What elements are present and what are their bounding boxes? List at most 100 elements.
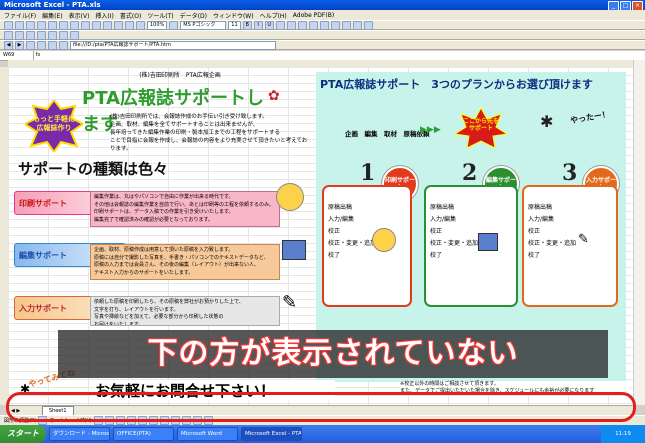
flower-icon: ✿ <box>268 88 280 104</box>
save-icon[interactable] <box>26 20 35 30</box>
menu-data[interactable]: データ(D) <box>180 11 207 20</box>
print-icon[interactable] <box>37 20 46 30</box>
italic-icon[interactable]: I <box>253 20 263 30</box>
url-field[interactable]: file:///D:/pta/PTA広報誌サポート/PTA.htm <box>70 40 276 50</box>
task-excel[interactable]: Microsoft Excel - PTA... <box>241 427 302 441</box>
vertical-scrollbar[interactable] <box>633 60 645 405</box>
plan-3-pen-icon: ✎ <box>578 232 589 247</box>
menu-help[interactable]: ヘルプ(H) <box>260 11 287 20</box>
plan-3-item: 校正・変更・追加 <box>528 240 577 247</box>
plan-1-person-icon <box>372 228 396 252</box>
back-icon[interactable]: ◀ <box>4 40 13 50</box>
align-left-icon[interactable] <box>275 20 285 30</box>
system-tray-clock: 11:19 <box>601 425 645 443</box>
plan-3-number: 3 <box>562 160 578 186</box>
bold-icon[interactable]: B <box>242 20 252 30</box>
menu-insert[interactable]: 挿入(I) <box>95 11 113 20</box>
service-edit-text: 企画、取材、原稿作成は用意して頂いた原稿を入力致します。 原稿には自分で撮影した… <box>90 244 280 280</box>
pen-paper-icon: ✎ <box>282 292 298 313</box>
plan-2-item: 校了 <box>430 252 443 259</box>
plan-2-number: 2 <box>462 160 478 186</box>
service-input-text: 依頼した原稿を印刷したら、その原稿を弊社がお預かりした上で、 文字を打ち、レイア… <box>90 296 280 326</box>
draw-icon[interactable] <box>4 30 13 40</box>
intro-text: (株)吉田印刷所では、会報誌作成のお手伝い引き受け致します。 企画、取材、編集を… <box>110 114 308 152</box>
plan-3-item: 原稿出稿 <box>528 204 553 211</box>
home-icon[interactable] <box>48 40 57 50</box>
plan-1-item: 校正 <box>328 228 341 235</box>
preview-icon[interactable] <box>48 20 57 30</box>
plan-3-item: 入力/編集 <box>528 216 555 223</box>
task-word[interactable]: Microsoft Word <box>177 427 238 441</box>
percent-icon[interactable] <box>330 20 340 30</box>
plan-3-item: 校正 <box>528 228 541 235</box>
align-right-icon[interactable] <box>297 20 307 30</box>
plan-2-item: 入力/編集 <box>430 216 457 223</box>
font-size-select[interactable]: 11 <box>228 20 241 30</box>
stop-icon[interactable] <box>26 40 35 50</box>
open-icon[interactable] <box>15 20 24 30</box>
menu-format[interactable]: 書式(O) <box>120 11 141 20</box>
underline-icon[interactable]: U <box>264 20 274 30</box>
textbox-icon[interactable] <box>70 30 79 40</box>
arrows-icon: ▶▶▶ <box>420 125 441 135</box>
merge-icon[interactable] <box>308 20 318 30</box>
new-icon[interactable] <box>4 20 13 30</box>
form-icon[interactable] <box>26 30 35 40</box>
chart-icon[interactable] <box>136 20 145 30</box>
plan-2-item: 校正・変更・追加 <box>430 240 479 247</box>
plan-1-item: 原稿出稿 <box>328 204 353 211</box>
star-text: ここから先をサポート <box>463 118 500 132</box>
fx-icon: fx <box>35 52 41 58</box>
currency-icon[interactable] <box>319 20 329 30</box>
secondary-toolbar <box>0 30 645 40</box>
fill-color-icon[interactable] <box>352 20 362 30</box>
border-icon[interactable] <box>341 20 351 30</box>
standard-toolbar: 100% MS Pゴシック 11 B I U <box>0 20 645 30</box>
menu-adobe-pdf[interactable]: Adobe PDF(B) <box>293 12 334 19</box>
task-office-pta[interactable]: OFFICE(PTA) <box>113 427 174 441</box>
start-button[interactable]: スタート <box>0 425 46 443</box>
font-select[interactable]: MS Pゴシック <box>180 20 227 30</box>
service-print-label: 印刷サポート <box>19 199 67 208</box>
plan-steps: 企画 編集 取材 原稿依頼 <box>345 130 430 138</box>
reviewing-icon[interactable] <box>15 30 24 40</box>
wordart-icon[interactable] <box>48 30 57 40</box>
sum-icon[interactable] <box>114 20 123 30</box>
favorites-icon[interactable] <box>59 40 68 50</box>
picture-icon[interactable] <box>37 30 46 40</box>
redo-icon[interactable] <box>103 20 112 30</box>
font-color-icon[interactable] <box>363 20 373 30</box>
menu-edit[interactable]: 編集(E) <box>42 11 62 20</box>
menu-tools[interactable]: ツール(T) <box>147 11 173 20</box>
copy-icon[interactable] <box>70 20 79 30</box>
align-center-icon[interactable] <box>286 20 296 30</box>
refresh-icon[interactable] <box>37 40 46 50</box>
menu-bar: ファイル(F) 編集(E) 表示(V) 挿入(I) 書式(O) ツール(T) デ… <box>0 10 645 20</box>
clipart-icon[interactable] <box>59 30 68 40</box>
service-edit-label: 編集サポート <box>19 251 67 260</box>
help-icon[interactable] <box>169 20 179 30</box>
plan-1-item: 校正・変更・追加 <box>328 240 377 247</box>
task-downloads[interactable]: ダウンロード - Microso <box>49 427 110 441</box>
menu-window[interactable]: ウィンドウ(W) <box>213 11 254 20</box>
zoom-select[interactable]: 100% <box>147 20 168 30</box>
person-pc-icon <box>276 183 304 211</box>
annotation-text: 下の方が表示されていない <box>147 336 519 371</box>
plan-3-item: 校了 <box>528 252 541 259</box>
service-print-text: 編集作業は、丸はやパソコンで自由に作業が出来る時代です。 その他は会報誌の編集作… <box>90 191 280 227</box>
plan-1-item: 校了 <box>328 252 341 259</box>
stickman-icon: ✱ <box>540 112 554 131</box>
sort-icon[interactable] <box>125 20 134 30</box>
menu-view[interactable]: 表示(V) <box>69 11 90 20</box>
highlight-ring <box>6 392 636 422</box>
forward-icon[interactable]: ▶ <box>15 40 24 50</box>
undo-icon[interactable] <box>92 20 101 30</box>
section-heading: サポートの種類は色々 <box>18 160 169 178</box>
name-box[interactable]: W69 <box>0 51 34 60</box>
paste-icon[interactable] <box>81 20 90 30</box>
menu-file[interactable]: ファイル(F) <box>4 11 36 20</box>
plan-1-number: 1 <box>360 160 376 186</box>
plan-2-item: 原稿出稿 <box>430 204 455 211</box>
cut-icon[interactable] <box>59 20 68 30</box>
plan-2-item: 校正 <box>430 228 443 235</box>
